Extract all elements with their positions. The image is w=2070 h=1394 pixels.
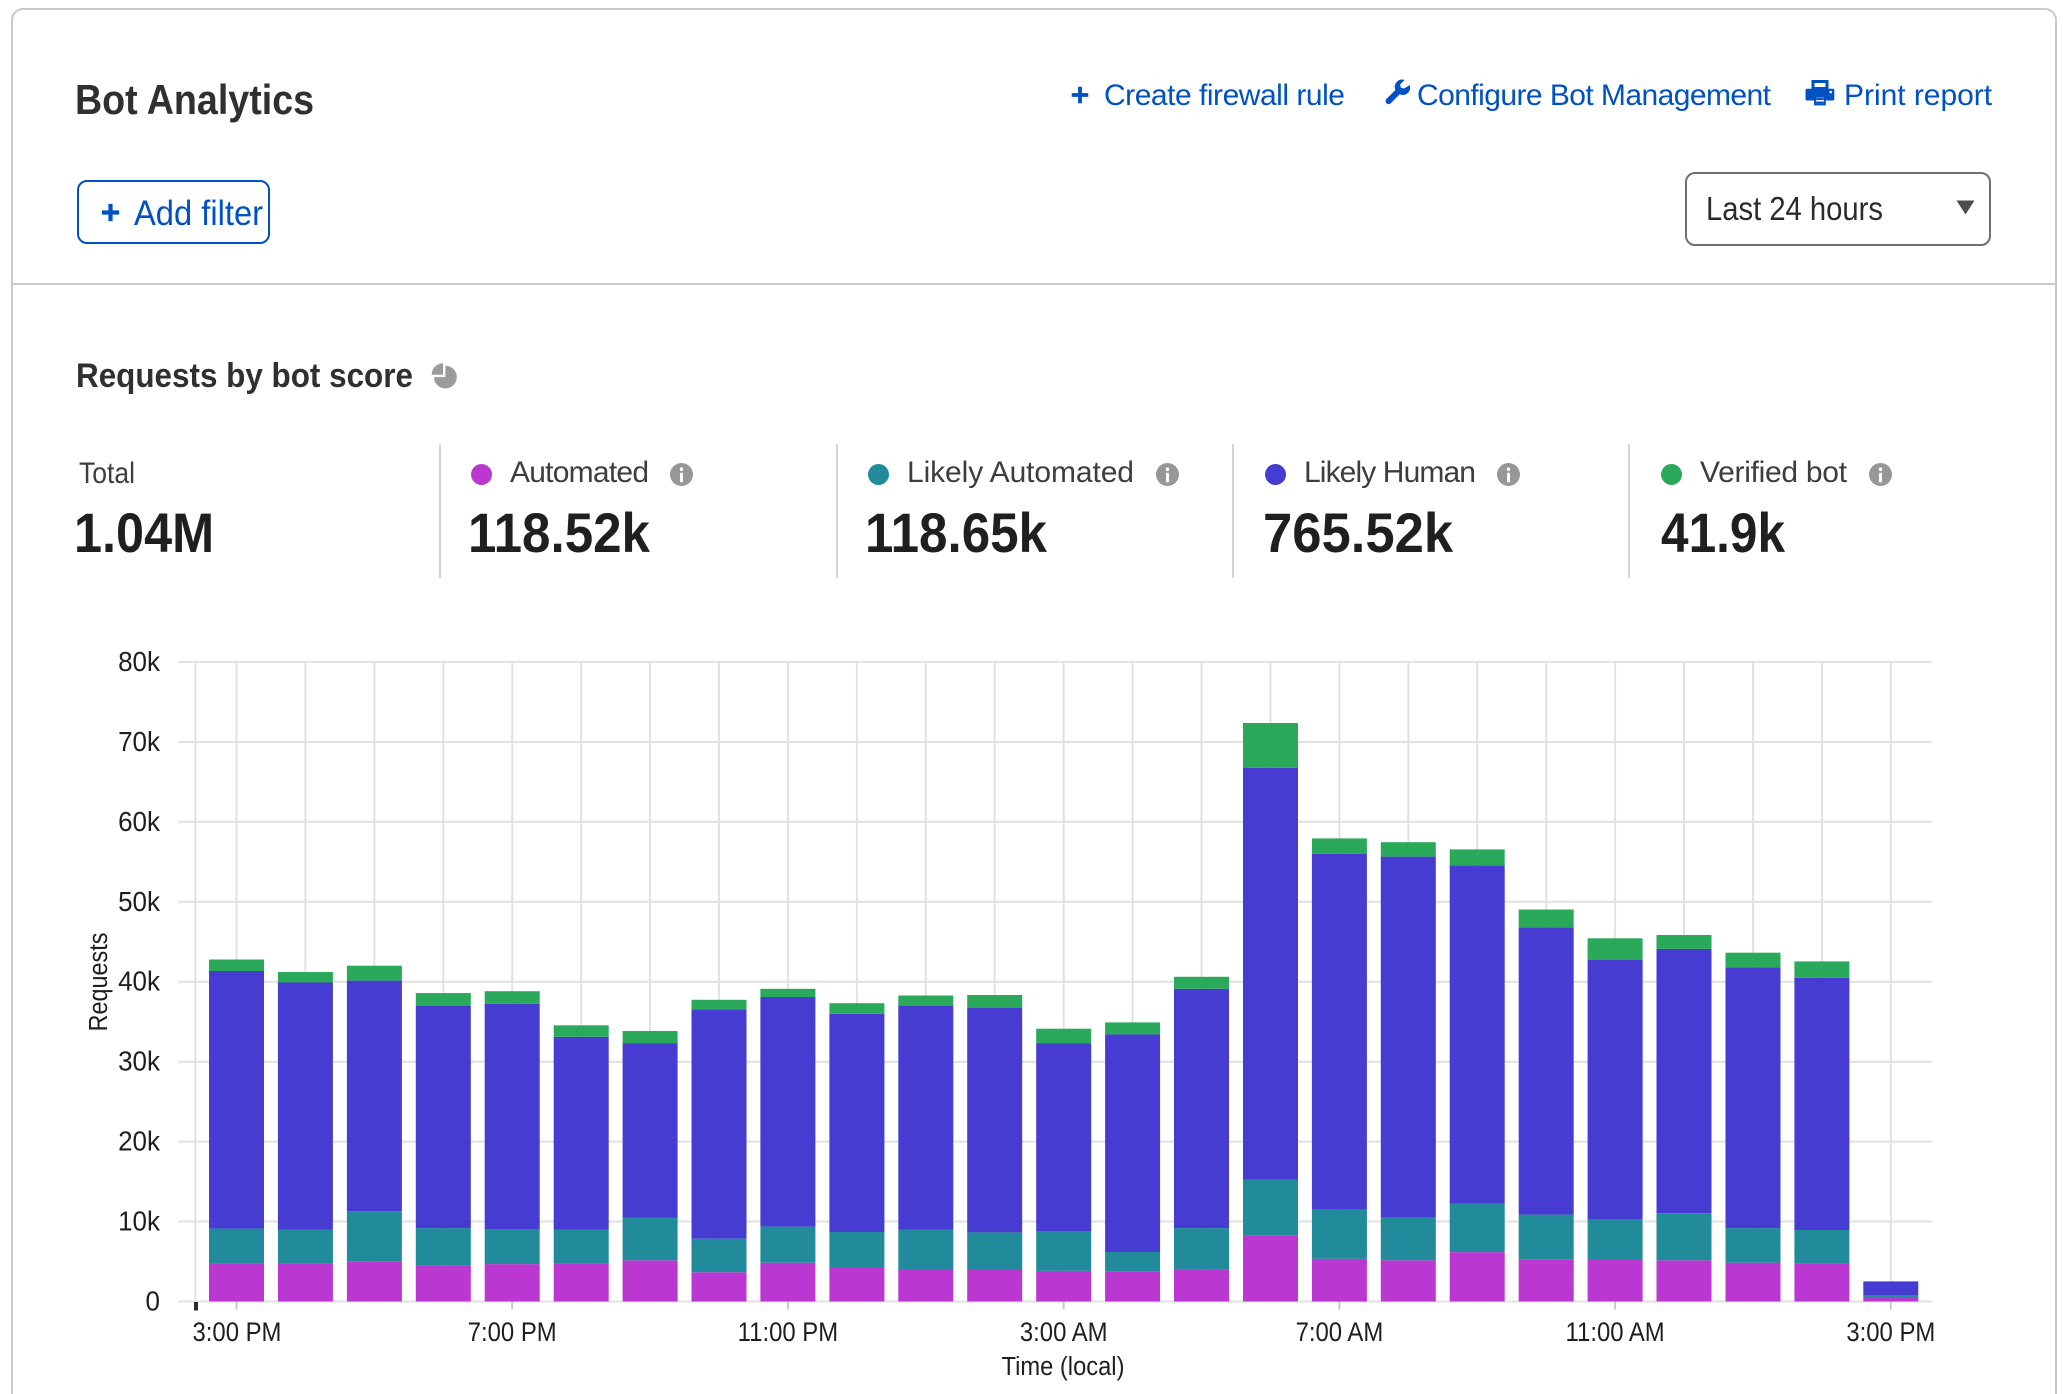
svg-text:20k: 20k [118,1126,160,1157]
svg-text:11:00 AM: 11:00 AM [1566,1318,1665,1348]
svg-text:3:00 PM: 3:00 PM [193,1318,282,1348]
svg-text:50k: 50k [118,886,160,917]
svg-text:80k: 80k [118,646,160,677]
svg-text:0: 0 [146,1286,160,1317]
svg-text:11:00 PM: 11:00 PM [738,1318,838,1348]
svg-text:Requests: Requests [85,933,113,1032]
svg-text:7:00 AM: 7:00 AM [1296,1318,1384,1348]
svg-text:3:00 AM: 3:00 AM [1020,1318,1108,1348]
svg-text:60k: 60k [118,806,160,837]
svg-text:30k: 30k [118,1046,160,1077]
svg-text:7:00 PM: 7:00 PM [468,1318,557,1348]
svg-text:3:00 PM: 3:00 PM [1846,1318,1935,1348]
svg-text:40k: 40k [118,966,160,997]
svg-text:Time (local): Time (local) [1002,1352,1125,1381]
svg-text:70k: 70k [118,726,160,757]
svg-text:10k: 10k [118,1206,160,1237]
